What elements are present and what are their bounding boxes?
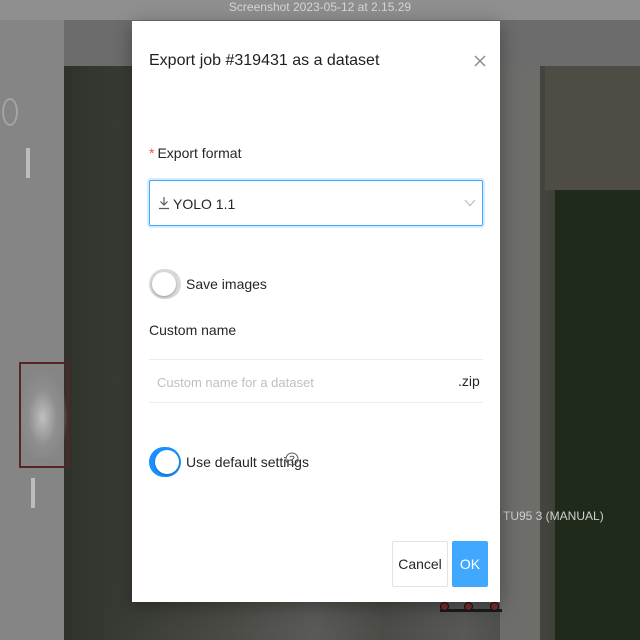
ok-button[interactable]: OK bbox=[452, 541, 488, 587]
aerial-runway bbox=[500, 66, 540, 640]
custom-name-label: Custom name bbox=[149, 322, 237, 338]
tools-sidebar bbox=[0, 20, 64, 640]
export-dataset-modal: Export job #319431 as a dataset * Export … bbox=[132, 21, 500, 602]
required-mark: * bbox=[149, 145, 155, 161]
track-point bbox=[490, 602, 499, 611]
tool-marker bbox=[31, 478, 35, 508]
custom-name-input[interactable] bbox=[157, 372, 447, 392]
export-format-label-text: Export format bbox=[157, 145, 242, 161]
close-icon bbox=[474, 55, 486, 67]
download-icon bbox=[159, 197, 169, 210]
export-format-value: YOLO 1.1 bbox=[173, 196, 236, 212]
save-images-switch[interactable] bbox=[149, 269, 181, 299]
cursor-tool-icon bbox=[2, 98, 18, 126]
export-format-select[interactable]: YOLO 1.1 bbox=[149, 180, 483, 226]
zip-suffix: .zip bbox=[458, 373, 480, 389]
track-point bbox=[440, 602, 449, 611]
modal-title: Export job #319431 as a dataset bbox=[149, 52, 380, 69]
window-title: Screenshot 2023-05-12 at 2.15.29 bbox=[228, 0, 412, 14]
switch-knob bbox=[155, 450, 179, 474]
custom-name-field: .zip bbox=[149, 359, 483, 403]
cancel-button[interactable]: Cancel bbox=[392, 541, 448, 587]
tool-marker bbox=[26, 148, 30, 178]
chevron-down-icon bbox=[464, 199, 476, 207]
close-button[interactable] bbox=[468, 49, 492, 73]
export-format-label: * Export format bbox=[149, 145, 241, 161]
object-track-label: TU95 3 (MANUAL) bbox=[503, 509, 604, 523]
aerial-forest bbox=[555, 190, 640, 640]
switch-knob bbox=[152, 272, 176, 296]
use-default-settings-switch[interactable] bbox=[149, 447, 181, 477]
track-point bbox=[464, 602, 473, 611]
window-title-bar: Screenshot 2023-05-12 at 2.15.29 bbox=[0, 0, 640, 20]
save-images-label: Save images bbox=[186, 276, 267, 292]
question-circle-icon[interactable] bbox=[285, 452, 299, 466]
annotation-bounding-box bbox=[19, 362, 69, 468]
aerial-field-strip bbox=[545, 66, 640, 190]
